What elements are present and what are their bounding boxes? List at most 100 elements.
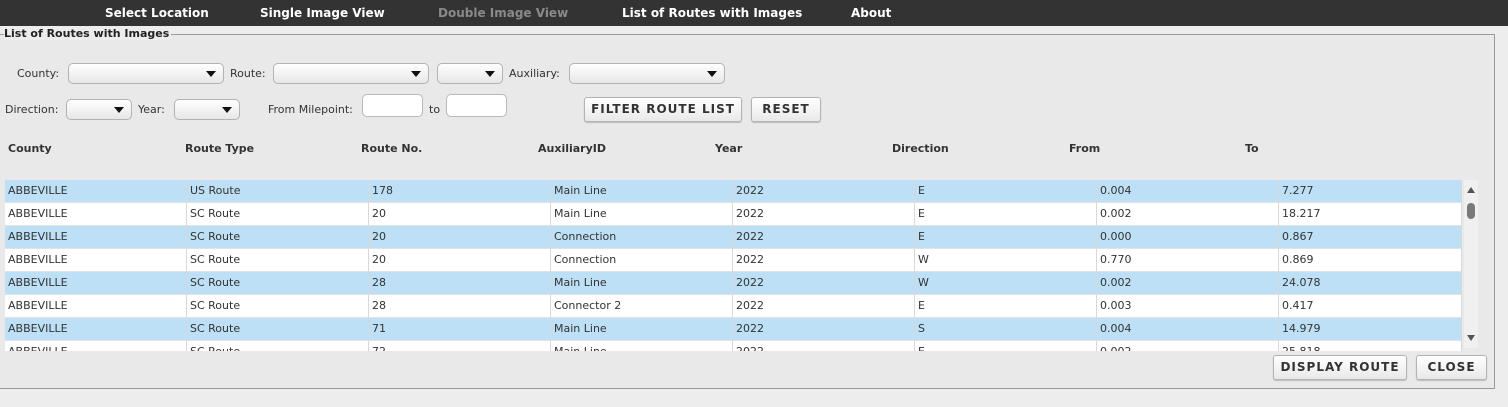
cell-direction: E bbox=[915, 341, 1097, 351]
nav-about[interactable]: About bbox=[851, 0, 891, 26]
route-suffix-select[interactable] bbox=[437, 63, 503, 84]
nav-list-of-routes[interactable]: List of Routes with Images bbox=[622, 0, 802, 26]
routes-table: ABBEVILLE US Route 178 Main Line 2022 E … bbox=[5, 180, 1462, 351]
cell-direction: E bbox=[915, 180, 1097, 203]
cell-county: ABBEVILLE bbox=[5, 272, 187, 295]
cell-direction: W bbox=[915, 249, 1097, 272]
cell-route-type: SC Route bbox=[187, 295, 369, 318]
cell-from: 0.002 bbox=[1097, 341, 1279, 351]
cell-from: 0.002 bbox=[1097, 203, 1279, 226]
cell-county: ABBEVILLE bbox=[5, 226, 187, 249]
year-select[interactable] bbox=[174, 99, 240, 120]
cell-route-type: SC Route bbox=[187, 341, 369, 351]
column-header-route-no[interactable]: Route No. bbox=[361, 142, 422, 155]
table-header: County Route Type Route No. AuxiliaryID … bbox=[0, 142, 1462, 158]
scroll-down-arrow-icon[interactable] bbox=[1467, 335, 1475, 341]
cell-auxiliary-id: Main Line bbox=[551, 272, 733, 295]
nav-select-location[interactable]: Select Location bbox=[105, 0, 209, 26]
to-label: to bbox=[429, 103, 441, 116]
to-milepoint-input[interactable] bbox=[446, 94, 507, 117]
scrollbar-thumb[interactable] bbox=[1467, 203, 1475, 219]
table-row[interactable]: ABBEVILLE SC Route 20 Connection 2022 W … bbox=[5, 249, 1462, 272]
column-header-county[interactable]: County bbox=[8, 142, 52, 155]
table-row[interactable]: ABBEVILLE US Route 178 Main Line 2022 E … bbox=[5, 180, 1462, 203]
cell-year: 2022 bbox=[733, 203, 915, 226]
cell-direction: E bbox=[915, 203, 1097, 226]
cell-to: 14.979 bbox=[1279, 318, 1462, 341]
filter-route-list-button[interactable]: FILTER ROUTE LIST bbox=[584, 97, 742, 122]
column-header-to[interactable]: To bbox=[1245, 142, 1259, 155]
cell-route-type: SC Route bbox=[187, 272, 369, 295]
from-milepoint-label: From Milepoint: bbox=[268, 103, 353, 116]
route-select[interactable] bbox=[273, 63, 429, 84]
cell-route-no: 20 bbox=[369, 203, 551, 226]
cell-to: 18.217 bbox=[1279, 203, 1462, 226]
cell-to: 24.078 bbox=[1279, 272, 1462, 295]
cell-auxiliary-id: Connector 2 bbox=[551, 295, 733, 318]
column-header-auxiliary-id[interactable]: AuxiliaryID bbox=[538, 142, 606, 155]
cell-to: 0.417 bbox=[1279, 295, 1462, 318]
cell-direction: S bbox=[915, 318, 1097, 341]
cell-from: 0.004 bbox=[1097, 180, 1279, 203]
direction-label: Direction: bbox=[5, 103, 59, 116]
chevron-down-icon bbox=[114, 107, 124, 113]
cell-route-type: SC Route bbox=[187, 318, 369, 341]
cell-year: 2022 bbox=[733, 180, 915, 203]
cell-from: 0.002 bbox=[1097, 272, 1279, 295]
cell-direction: W bbox=[915, 272, 1097, 295]
cell-county: ABBEVILLE bbox=[5, 295, 187, 318]
cell-county: ABBEVILLE bbox=[5, 341, 187, 351]
cell-route-no: 28 bbox=[369, 272, 551, 295]
table-row[interactable]: ABBEVILLE SC Route 20 Main Line 2022 E 0… bbox=[5, 203, 1462, 226]
cell-direction: E bbox=[915, 295, 1097, 318]
reset-button[interactable]: RESET bbox=[751, 97, 821, 122]
cell-from: 0.004 bbox=[1097, 318, 1279, 341]
cell-year: 2022 bbox=[733, 341, 915, 351]
nav-double-image-view: Double Image View bbox=[438, 6, 569, 20]
auxiliary-label: Auxiliary: bbox=[509, 67, 560, 80]
chevron-down-icon bbox=[485, 71, 495, 77]
column-header-route-type[interactable]: Route Type bbox=[185, 142, 254, 155]
cell-county: ABBEVILLE bbox=[5, 318, 187, 341]
display-route-button[interactable]: DISPLAY ROUTE bbox=[1273, 355, 1407, 380]
cell-auxiliary-id: Connection bbox=[551, 249, 733, 272]
close-button[interactable]: CLOSE bbox=[1416, 355, 1487, 380]
column-header-direction[interactable]: Direction bbox=[892, 142, 949, 155]
table-row[interactable]: ABBEVILLE SC Route 28 Main Line 2022 W 0… bbox=[5, 272, 1462, 295]
cell-route-type: US Route bbox=[187, 180, 369, 203]
cell-year: 2022 bbox=[733, 295, 915, 318]
cell-county: ABBEVILLE bbox=[5, 180, 187, 203]
direction-select[interactable] bbox=[66, 99, 132, 120]
cell-route-type: SC Route bbox=[187, 226, 369, 249]
table-row[interactable]: ABBEVILLE SC Route 20 Connection 2022 E … bbox=[5, 226, 1462, 249]
cell-auxiliary-id: Main Line bbox=[551, 341, 733, 351]
chevron-down-icon bbox=[411, 71, 421, 77]
cell-route-no: 72 bbox=[369, 341, 551, 351]
cell-route-no: 28 bbox=[369, 295, 551, 318]
cell-route-no: 20 bbox=[369, 249, 551, 272]
chevron-down-icon bbox=[707, 71, 717, 77]
panel-title: List of Routes with Images bbox=[4, 27, 172, 40]
cell-from: 0.770 bbox=[1097, 249, 1279, 272]
cell-from: 0.000 bbox=[1097, 226, 1279, 249]
table-row[interactable]: ABBEVILLE SC Route 28 Connector 2 2022 E… bbox=[5, 295, 1462, 318]
scroll-up-arrow-icon[interactable] bbox=[1467, 187, 1475, 193]
cell-route-no: 178 bbox=[369, 180, 551, 203]
column-header-from[interactable]: From bbox=[1069, 142, 1100, 155]
column-header-year[interactable]: Year bbox=[715, 142, 742, 155]
table-row[interactable]: ABBEVILLE SC Route 71 Main Line 2022 S 0… bbox=[5, 318, 1462, 341]
table-scrollbar[interactable] bbox=[1464, 180, 1478, 348]
table-row[interactable]: ABBEVILLE SC Route 72 Main Line 2022 E 0… bbox=[5, 341, 1462, 351]
cell-year: 2022 bbox=[733, 272, 915, 295]
cell-auxiliary-id: Main Line bbox=[551, 180, 733, 203]
county-select[interactable] bbox=[68, 63, 224, 84]
county-label: County: bbox=[17, 67, 60, 80]
cell-to: 0.867 bbox=[1279, 226, 1462, 249]
cell-direction: E bbox=[915, 226, 1097, 249]
from-milepoint-input[interactable] bbox=[362, 94, 423, 117]
cell-from: 0.003 bbox=[1097, 295, 1279, 318]
cell-route-type: SC Route bbox=[187, 249, 369, 272]
cell-to: 0.869 bbox=[1279, 249, 1462, 272]
auxiliary-select[interactable] bbox=[569, 63, 725, 84]
nav-single-image-view[interactable]: Single Image View bbox=[260, 0, 385, 26]
